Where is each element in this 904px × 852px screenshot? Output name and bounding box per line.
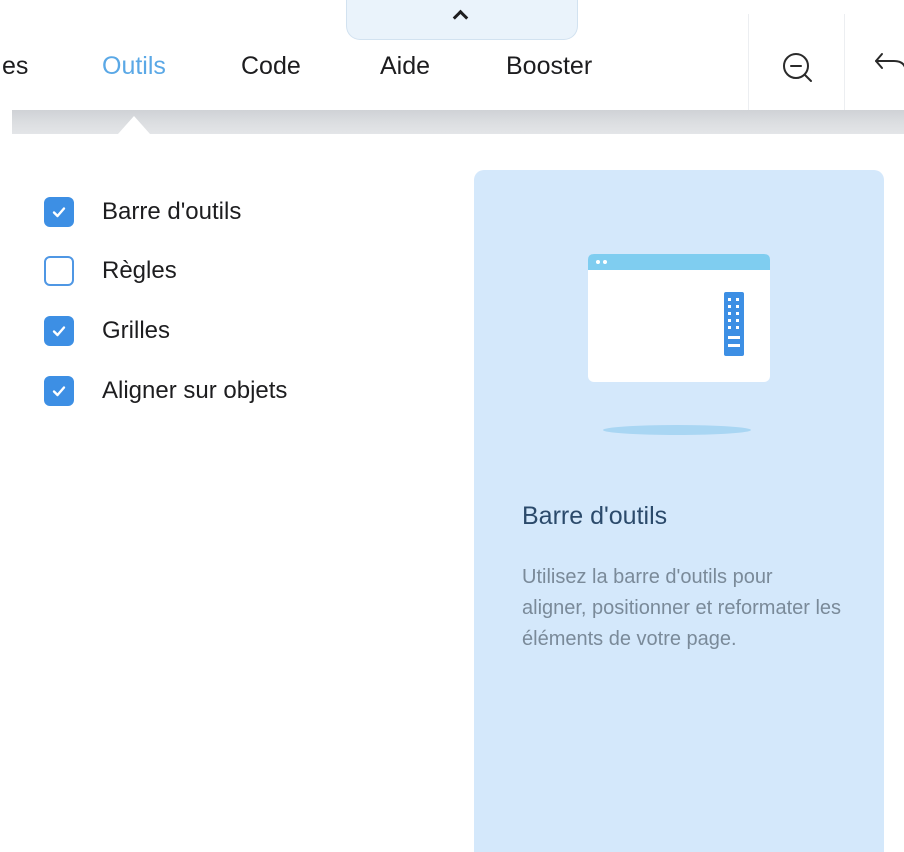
option-label: Aligner sur objets xyxy=(102,377,288,404)
tools-dropdown-screen: es Outils Code Aide Booster Barre d'outi… xyxy=(0,0,904,852)
checkbox-checked[interactable] xyxy=(44,376,74,406)
toolbar-illustration-icon xyxy=(588,254,770,435)
info-panel: Barre d'outils Utilisez la barre d'outil… xyxy=(474,170,884,852)
check-icon xyxy=(52,386,66,397)
info-description: Utilisez la barre d'outils pour aligner,… xyxy=(522,566,842,650)
option-label: Règles xyxy=(102,257,177,284)
menu-item-outils[interactable]: Outils xyxy=(102,50,166,82)
dropdown-pointer xyxy=(118,116,150,134)
menu-item-code[interactable]: Code xyxy=(241,50,301,82)
chevron-up-icon xyxy=(452,9,469,26)
option-barre-outils[interactable]: Barre d'outils xyxy=(44,196,241,228)
toolbar-divider xyxy=(748,14,749,110)
check-icon xyxy=(52,326,66,337)
option-regles[interactable]: Règles xyxy=(44,255,177,287)
undo-icon xyxy=(875,53,904,69)
top-menu-bar: es Outils Code Aide Booster xyxy=(0,0,904,110)
checkbox-unchecked[interactable] xyxy=(44,256,74,286)
option-label: Barre d'outils xyxy=(102,198,242,225)
zoom-out-icon xyxy=(783,53,812,82)
undo-button[interactable] xyxy=(872,44,904,84)
option-aligner-objets[interactable]: Aligner sur objets xyxy=(44,375,287,407)
collapse-menu-button[interactable] xyxy=(346,0,578,40)
check-icon xyxy=(52,207,66,218)
menu-item-booster[interactable]: Booster xyxy=(506,50,592,82)
checkbox-checked[interactable] xyxy=(44,197,74,227)
info-title: Barre d'outils xyxy=(522,502,668,530)
menu-item-aide[interactable]: Aide xyxy=(380,50,430,82)
option-grilles[interactable]: Grilles xyxy=(44,315,170,347)
toolbar-divider xyxy=(844,14,845,110)
checkbox-checked[interactable] xyxy=(44,316,74,346)
option-label: Grilles xyxy=(102,317,171,344)
menu-item-partial[interactable]: es xyxy=(2,50,28,82)
zoom-out-button[interactable] xyxy=(778,48,818,88)
